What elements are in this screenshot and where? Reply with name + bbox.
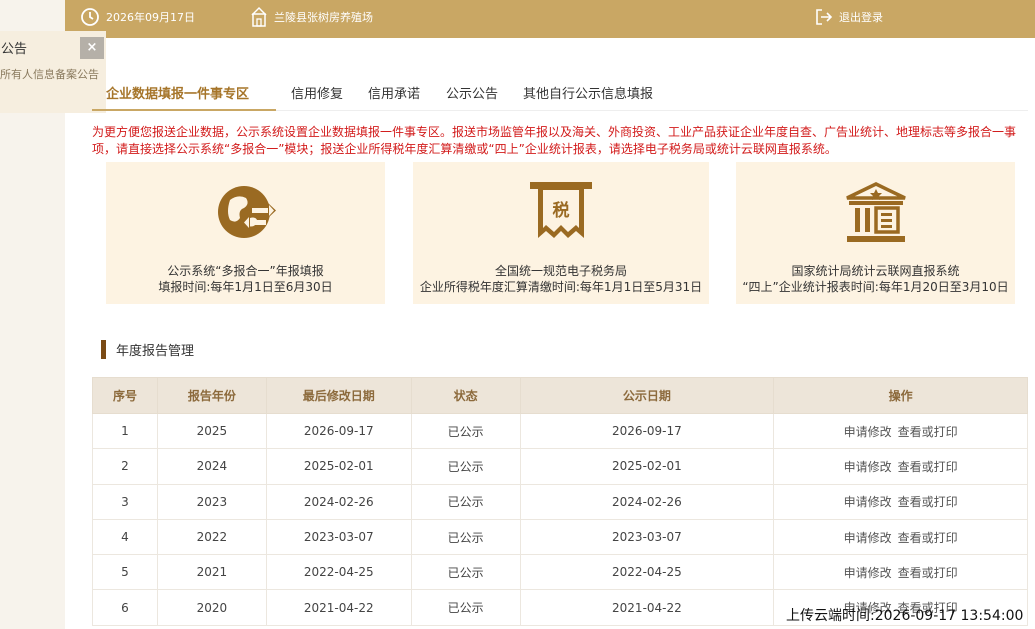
apply-modify-link[interactable]: 申请修改 bbox=[844, 531, 892, 545]
section-marker bbox=[101, 340, 106, 359]
apply-modify-link[interactable]: 申请修改 bbox=[844, 566, 892, 580]
header-status: 状态 bbox=[410, 377, 521, 414]
cell-status: 已公示 bbox=[410, 412, 521, 450]
cell-status: 已公示 bbox=[410, 589, 521, 626]
logout-button[interactable]: 退出登录 bbox=[815, 0, 883, 33]
cell-year: 2021 bbox=[156, 554, 267, 591]
company-name: 兰陵县张树房养殖场 bbox=[250, 0, 373, 33]
cell-published: 2025-02-01 bbox=[519, 448, 775, 485]
cell-status: 已公示 bbox=[410, 448, 521, 485]
table-row: 2 2024 2025-02-01 已公示 2025-02-01 申请修改 查看或… bbox=[92, 448, 1028, 485]
cell-modified: 2023-03-07 bbox=[265, 518, 412, 556]
cell-no: 4 bbox=[92, 518, 158, 556]
tab-credit-promise[interactable]: 信用承诺 bbox=[368, 83, 420, 102]
announcement-title: 公告 bbox=[1, 42, 28, 57]
header-year: 报告年份 bbox=[156, 377, 267, 414]
tab-other-disclosure[interactable]: 其他自行公示信息填报 bbox=[523, 83, 653, 102]
card-annual-report-period: 填报时间:每年1月1日至6月30日 bbox=[158, 280, 333, 294]
table-row: 5 2021 2022-04-25 已公示 2022-04-25 申请修改 查看或… bbox=[92, 554, 1028, 591]
table-row: 1 2025 2026-09-17 已公示 2026-09-17 申请修改 查看或… bbox=[92, 412, 1028, 450]
farm-building-icon bbox=[250, 6, 268, 28]
cell-year: 2024 bbox=[156, 448, 267, 485]
card-e-tax-period: 企业所得税年度汇算清缴时间:每年1月1日至5月31日 bbox=[419, 280, 703, 294]
cell-no: 3 bbox=[92, 483, 158, 520]
card-statistics-period: “四上”企业统计报表时间:每年1月20日至3月10日 bbox=[742, 280, 1009, 294]
date-display: 2026年09月17日 bbox=[80, 0, 195, 33]
apply-modify-link[interactable]: 申请修改 bbox=[844, 425, 892, 439]
card-statistics-title: 国家统计局统计云联网直报系统 bbox=[791, 264, 960, 278]
announcement-link[interactable]: 所有人信息备案公告 bbox=[0, 66, 99, 82]
card-e-tax-title: 全国统一规范电子税务局 bbox=[494, 264, 627, 278]
company-name-text: 兰陵县张树房养殖场 bbox=[274, 10, 373, 24]
section-heading: 年度报告管理 bbox=[101, 340, 194, 359]
table-header-row: 序号 报告年份 最后修改日期 状态 公示日期 操作 bbox=[92, 377, 1028, 414]
tax-receipt-icon: 税 bbox=[530, 182, 592, 244]
table-row: 3 2023 2024-02-26 已公示 2024-02-26 申请修改 查看或… bbox=[92, 483, 1028, 520]
logout-label: 退出登录 bbox=[839, 10, 883, 24]
header-no: 序号 bbox=[92, 377, 158, 414]
header-actions: 操作 bbox=[773, 377, 1028, 414]
cell-actions: 申请修改 查看或打印 bbox=[773, 448, 1028, 485]
card-annual-report-title: 公示系统“多报合一”年报填报 bbox=[167, 264, 324, 278]
cell-actions: 申请修改 查看或打印 bbox=[773, 554, 1028, 591]
cell-year: 2023 bbox=[156, 483, 267, 520]
cell-published: 2024-02-26 bbox=[519, 483, 775, 520]
view-print-link[interactable]: 查看或打印 bbox=[898, 425, 958, 439]
cell-no: 6 bbox=[92, 589, 158, 626]
cell-year: 2022 bbox=[156, 518, 267, 556]
cell-actions: 申请修改 查看或打印 bbox=[773, 518, 1028, 556]
cell-modified: 2025-02-01 bbox=[265, 448, 412, 485]
header-published: 公示日期 bbox=[519, 377, 775, 414]
announcement-popup: 公告 × 所有人信息备案公告 bbox=[0, 31, 106, 113]
tab-credit-repair[interactable]: 信用修复 bbox=[291, 83, 343, 102]
upload-timestamp: 上传云端时间:2026-09-17 13:54:00 bbox=[786, 608, 1024, 624]
cell-status: 已公示 bbox=[410, 518, 521, 556]
apply-modify-link[interactable]: 申请修改 bbox=[844, 495, 892, 509]
cell-published: 2022-04-25 bbox=[519, 554, 775, 591]
cell-year: 2025 bbox=[156, 412, 267, 450]
active-tab-underline bbox=[92, 109, 276, 111]
cell-no: 2 bbox=[92, 448, 158, 485]
card-statistics-system[interactable]: 国家统计局统计云联网直报系统 “四上”企业统计报表时间:每年1月20日至3月10… bbox=[736, 162, 1015, 304]
cell-status: 已公示 bbox=[410, 554, 521, 591]
cell-status: 已公示 bbox=[410, 483, 521, 520]
view-print-link[interactable]: 查看或打印 bbox=[898, 460, 958, 474]
cell-published: 2026-09-17 bbox=[519, 412, 775, 450]
table-row: 4 2022 2023-03-07 已公示 2023-03-07 申请修改 查看或… bbox=[92, 518, 1028, 556]
cell-modified: 2022-04-25 bbox=[265, 554, 412, 591]
view-print-link[interactable]: 查看或打印 bbox=[898, 531, 958, 545]
tab-enterprise-data[interactable]: 企业数据填报一件事专区 bbox=[106, 83, 249, 102]
card-annual-report[interactable]: 公示系统“多报合一”年报填报 填报时间:每年1月1日至6月30日 bbox=[106, 162, 385, 304]
cell-modified: 2026-09-17 bbox=[265, 412, 412, 450]
card-e-tax-bureau[interactable]: 税 全国统一规范电子税务局 企业所得税年度汇算清缴时间:每年1月1日至5月31日 bbox=[413, 162, 709, 304]
cell-actions: 申请修改 查看或打印 bbox=[773, 412, 1028, 450]
government-building-icon bbox=[845, 182, 907, 248]
globe-exchange-icon bbox=[216, 182, 276, 246]
reporting-notice: 为更方便您报送企业数据，公示系统设置企业数据填报一件事专区。报送市场监管年报以及… bbox=[92, 125, 1017, 156]
cell-published: 2023-03-07 bbox=[519, 518, 775, 556]
cell-actions: 申请修改 查看或打印 bbox=[773, 483, 1028, 520]
header-modified: 最后修改日期 bbox=[265, 377, 412, 414]
logout-icon bbox=[815, 8, 833, 26]
cell-no: 5 bbox=[92, 554, 158, 591]
section-heading-text: 年度报告管理 bbox=[116, 344, 195, 359]
top-bar: 2026年09月17日 兰陵县张树房养殖场 退出登录 bbox=[65, 0, 1035, 38]
cell-modified: 2021-04-22 bbox=[265, 589, 412, 626]
cell-modified: 2024-02-26 bbox=[265, 483, 412, 520]
svg-text:税: 税 bbox=[553, 200, 570, 221]
close-announcement-button[interactable]: × bbox=[80, 37, 104, 59]
cell-year: 2020 bbox=[156, 589, 267, 626]
clock-icon bbox=[80, 7, 100, 27]
view-print-link[interactable]: 查看或打印 bbox=[898, 495, 958, 509]
tab-announcements[interactable]: 公示公告 bbox=[446, 83, 498, 102]
view-print-link[interactable]: 查看或打印 bbox=[898, 566, 958, 580]
annual-report-table: 序号 报告年份 最后修改日期 状态 公示日期 操作 1 2025 2026-09… bbox=[92, 377, 1028, 626]
current-date: 2026年09月17日 bbox=[106, 10, 195, 24]
apply-modify-link[interactable]: 申请修改 bbox=[844, 460, 892, 474]
cell-no: 1 bbox=[92, 412, 158, 450]
cell-published: 2021-04-22 bbox=[519, 589, 775, 626]
main-tabs: 企业数据填报一件事专区 信用修复 信用承诺 公示公告 其他自行公示信息填报 bbox=[92, 79, 1028, 111]
